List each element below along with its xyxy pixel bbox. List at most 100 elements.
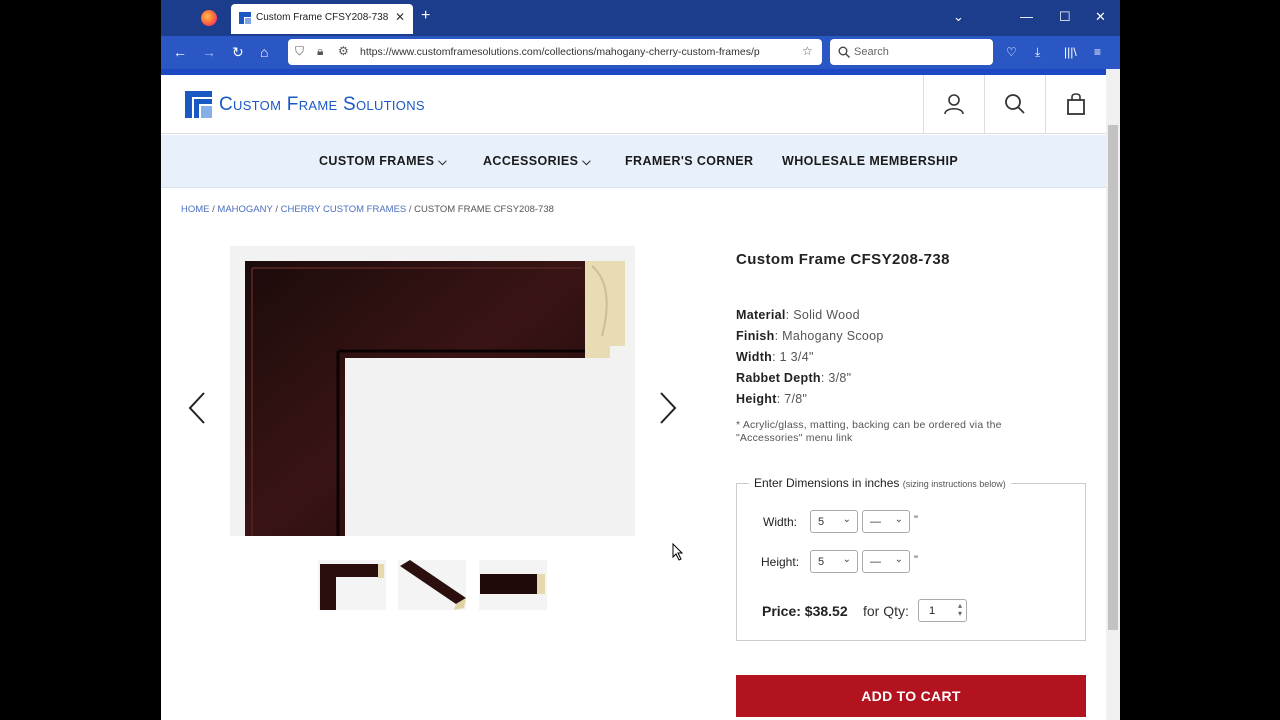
legend-text: Enter Dimensions in inches (754, 476, 900, 490)
account-button[interactable] (923, 75, 984, 133)
minimize-icon[interactable]: — (1020, 9, 1033, 24)
back-icon[interactable]: ← (173, 44, 187, 60)
search-icon (838, 46, 850, 58)
inch-mark: " (914, 554, 918, 566)
breadcrumb-mahogany[interactable]: MAHOGANY (217, 204, 272, 215)
main-menu: CUSTOM FRAMES ⌵ ACCESSORIES ⌵ FRAMER'S C… (161, 135, 1106, 188)
product-title: Custom Frame CFSY208-738 (736, 251, 950, 268)
spec-label: Width (736, 350, 773, 364)
quantity-stepper[interactable]: 1 ▴ ▾ (918, 599, 967, 622)
dimensions-form: Enter Dimensions in inches (sizing instr… (736, 476, 1086, 641)
pocket-icon[interactable]: ♡ (1006, 45, 1017, 59)
accessories-note: * Acrylic/glass, matting, backing can be… (736, 419, 1002, 444)
spec-label: Rabbet Depth (736, 371, 821, 385)
permissions-icon[interactable]: ⚙ (338, 44, 349, 58)
menu-label: ACCESSORIES (483, 154, 579, 168)
site-header: Custom Frame Solutions (161, 75, 1106, 134)
add-to-cart-button[interactable]: ADD TO CART (736, 675, 1086, 717)
thumbnail-2[interactable] (398, 560, 466, 610)
maximize-icon[interactable]: ☐ (1059, 9, 1071, 25)
new-tab-icon[interactable]: + (421, 7, 430, 25)
scrollbar-thumb[interactable] (1108, 125, 1118, 630)
browser-tab[interactable]: Custom Frame CFSY208-738 ✕ (231, 4, 413, 34)
url-bar[interactable]: ⛉ 🔒︎ ⚙ https://www.customframesolutions.… (288, 39, 822, 65)
qty-label: for Qty: (863, 603, 909, 619)
downloads-icon[interactable]: ⤓ (1035, 45, 1040, 60)
shopping-bag-icon (1067, 93, 1085, 115)
qty-value: 1 (929, 605, 936, 617)
sizing-hint-link[interactable]: (sizing instructions below) (903, 479, 1006, 489)
breadcrumb-home[interactable]: HOME (181, 204, 210, 215)
tab-title: Custom Frame CFSY208-738 (256, 12, 389, 23)
frame-corner-image (230, 246, 635, 536)
height-label: Height: (761, 555, 800, 569)
cart-button[interactable] (1045, 75, 1106, 133)
search-bar[interactable]: Search (830, 39, 993, 65)
breadcrumb-cherry[interactable]: CHERRY CUSTOM FRAMES (281, 204, 407, 215)
frame-moulding-angle-thumbnail (398, 560, 466, 610)
user-icon (944, 94, 964, 115)
home-icon[interactable]: ⌂ (260, 44, 268, 60)
thumbnail-3[interactable] (479, 560, 547, 610)
lock-icon[interactable]: 🔒︎ (317, 44, 323, 59)
width-whole-select[interactable]: 5 ⌄ (810, 510, 858, 533)
mouse-cursor-icon (672, 543, 684, 561)
spec-finish: Finish: Mahogany Scoop (736, 329, 884, 343)
magnifier-icon (1005, 94, 1025, 114)
spec-value: 1 3/4" (779, 350, 814, 364)
spec-height: Height: 7/8" (736, 392, 808, 406)
tab-strip: Custom Frame CFSY208-738 ✕ + ⌄ — ☐ ✕ (161, 0, 1120, 36)
chevron-down-icon: ⌄ (894, 554, 903, 565)
width-label: Width: (763, 515, 798, 529)
spec-material: Material: Solid Wood (736, 308, 860, 322)
thumbnail-1[interactable] (318, 560, 386, 610)
select-value: 5 (818, 556, 825, 568)
url-text[interactable]: https://www.customframesolutions.com/col… (360, 46, 785, 58)
inch-mark: " (914, 514, 918, 526)
shield-icon[interactable]: ⛉ (295, 44, 304, 59)
forward-icon[interactable]: → (202, 44, 216, 60)
firefox-icon (201, 10, 217, 26)
bookmark-star-icon[interactable]: ☆ (802, 44, 813, 58)
tab-list-chevron-icon[interactable]: ⌄ (953, 9, 964, 25)
breadcrumb-separator: / (406, 204, 415, 215)
menu-label: CUSTOM FRAMES (319, 154, 435, 168)
frame-moulding-profile-thumbnail (479, 560, 547, 610)
next-image-arrow-icon[interactable] (657, 391, 679, 425)
search-placeholder: Search (854, 46, 889, 58)
page-scrollbar[interactable] (1106, 69, 1120, 720)
breadcrumb-current: CUSTOM FRAME CFSY208-738 (414, 204, 554, 215)
navigation-toolbar: ← → ↻ ⌂ ⛉ 🔒︎ ⚙ https://www.customframeso… (161, 36, 1120, 69)
tab-close-icon[interactable]: ✕ (395, 10, 405, 24)
product-main-image[interactable] (230, 246, 635, 536)
window-close-icon[interactable]: ✕ (1095, 9, 1106, 25)
site-favicon-icon (239, 12, 251, 24)
select-value: — (870, 556, 881, 568)
height-whole-select[interactable]: 5 ⌄ (810, 550, 858, 573)
spec-label: Finish (736, 329, 775, 343)
height-fraction-select[interactable]: — ⌄ (862, 550, 910, 573)
library-icon[interactable]: |||\ (1064, 45, 1077, 59)
logo-text[interactable]: Custom Frame Solutions (219, 94, 425, 116)
chevron-down-icon: ⌄ (842, 554, 851, 565)
select-value: — (870, 516, 881, 528)
breadcrumb-separator: / (272, 204, 281, 215)
frame-corner-thumbnail (318, 560, 386, 610)
breadcrumb: HOME / MAHOGANY / CHERRY CUSTOM FRAMES /… (181, 204, 554, 215)
logo-mark-icon[interactable] (185, 91, 212, 118)
menu-custom-frames[interactable]: CUSTOM FRAMES ⌵ (319, 154, 447, 169)
spec-value: 3/8" (828, 371, 852, 385)
stepper-arrows-icon[interactable]: ▴ ▾ (958, 602, 962, 618)
site-search-button[interactable] (984, 75, 1045, 133)
hamburger-menu-icon[interactable]: ≡ (1094, 45, 1101, 59)
menu-framers-corner[interactable]: FRAMER'S CORNER (625, 154, 753, 168)
price-label: Price: $38.52 (762, 603, 848, 619)
reload-icon[interactable]: ↻ (232, 44, 244, 61)
width-fraction-select[interactable]: — ⌄ (862, 510, 910, 533)
previous-image-arrow-icon[interactable] (186, 391, 208, 425)
spec-value: 7/8" (784, 392, 808, 406)
spec-value: Mahogany Scoop (782, 329, 884, 343)
menu-wholesale-membership[interactable]: WHOLESALE MEMBERSHIP (782, 154, 958, 168)
menu-accessories[interactable]: ACCESSORIES ⌵ (483, 154, 591, 169)
chevron-down-icon: ⌵ (582, 156, 592, 168)
